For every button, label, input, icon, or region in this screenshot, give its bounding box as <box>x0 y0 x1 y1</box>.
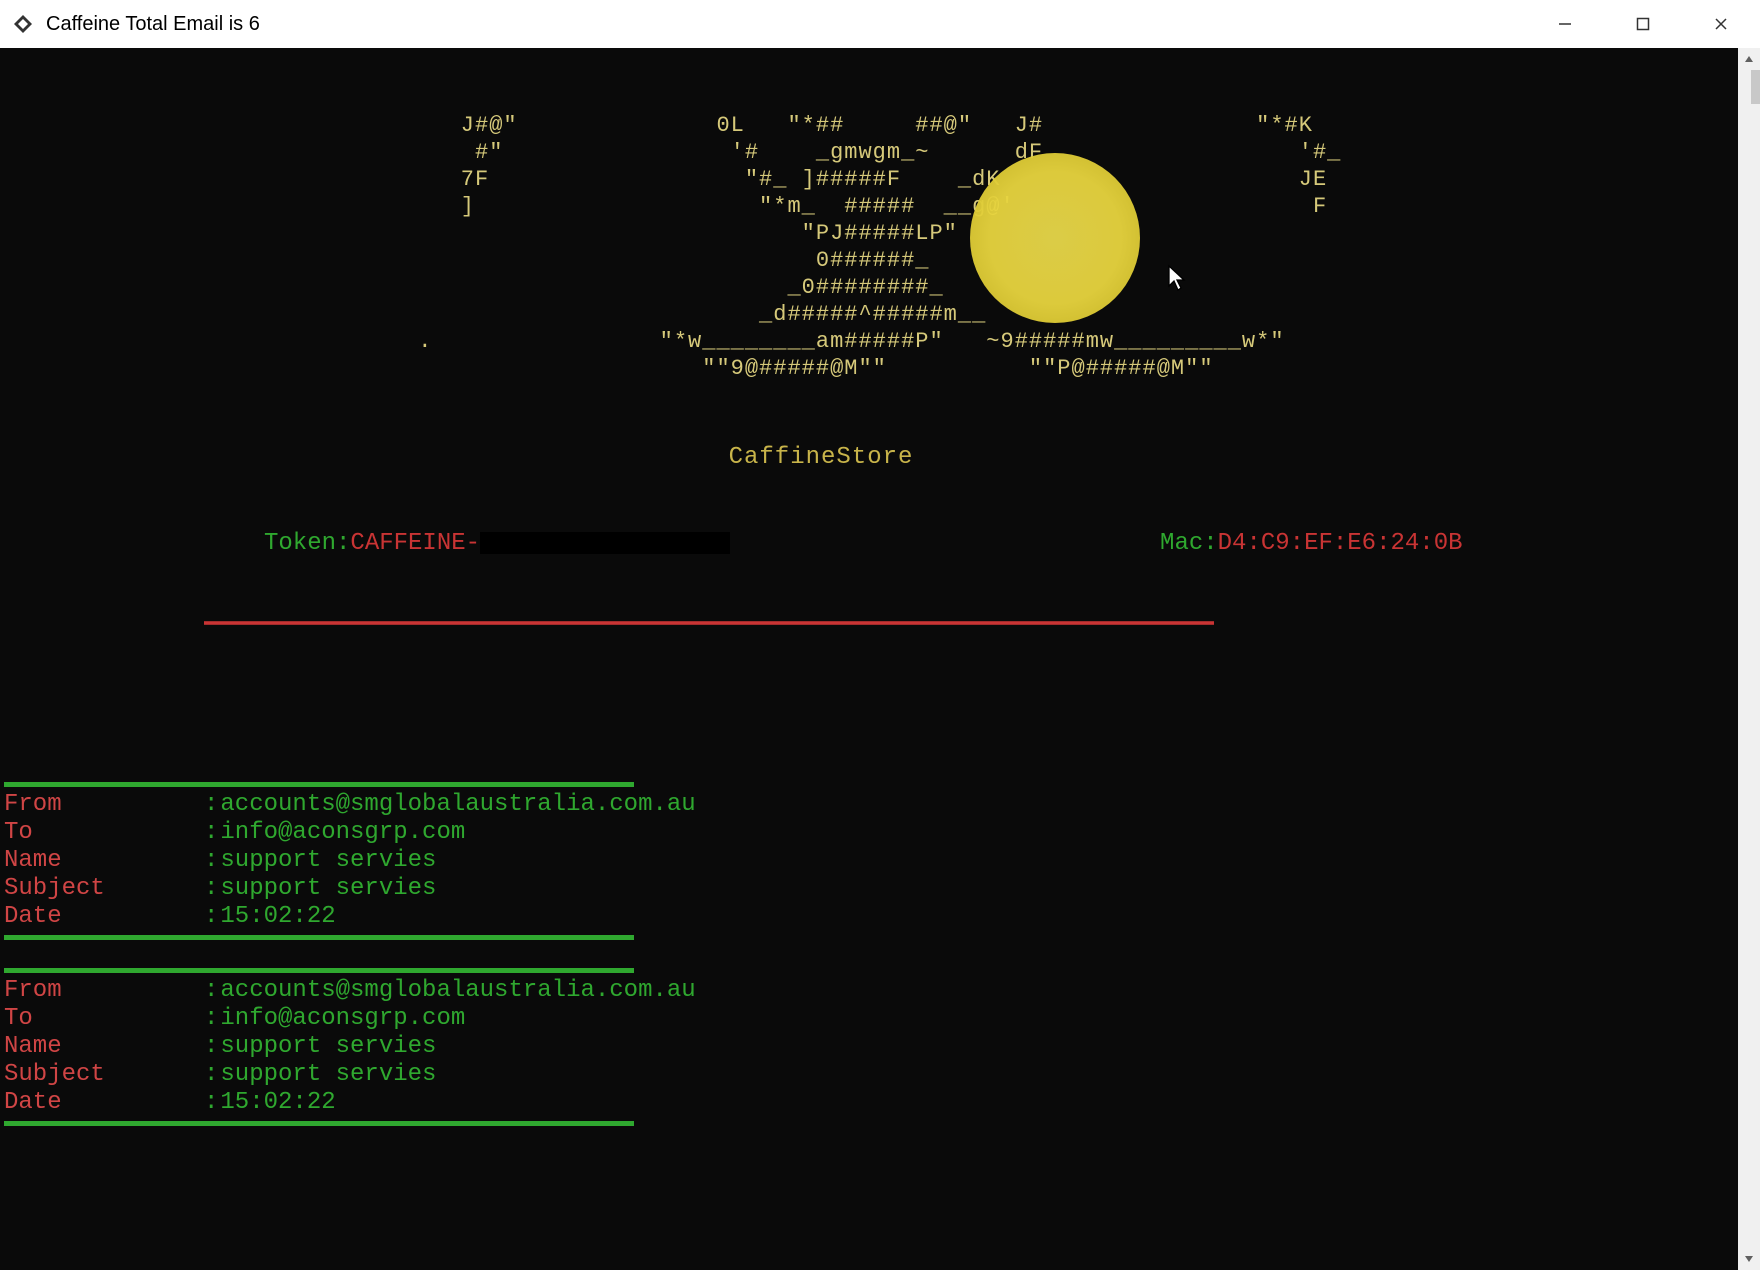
record-divider <box>4 782 634 787</box>
record-val-name: support servies <box>218 847 436 875</box>
record-key-date: Date <box>4 1089 204 1117</box>
record-key-date: Date <box>4 903 204 931</box>
email-record: From:accounts@smglobalaustralia.com.auTo… <box>4 791 1738 931</box>
scrollbar-thumb[interactable] <box>1751 70 1760 104</box>
record-row: From:accounts@smglobalaustralia.com.au <box>4 977 1738 1005</box>
scroll-down-arrow[interactable] <box>1738 1248 1760 1270</box>
token-prefix: CAFFEINE- <box>350 530 480 557</box>
terminal-output: J#@" 0L "*## ##@" J# "*#K #" '# _gmwgm_~… <box>0 48 1738 1270</box>
store-name: CaffineStore <box>0 438 1738 474</box>
record-val-subject: support servies <box>218 875 436 903</box>
record-val-to: info@aconsgrp.com <box>218 819 465 847</box>
close-button[interactable] <box>1682 0 1760 48</box>
token-label: Token: <box>264 530 350 557</box>
record-val-from: accounts@smglobalaustralia.com.au <box>218 791 695 819</box>
record-row: Name:support servies <box>4 1033 1738 1061</box>
token-line: Token:CAFFEINE- Mac:D4:C9:EF:E6:24:0B <box>4 530 1738 558</box>
record-key-subject: Subject <box>4 1061 204 1089</box>
record-val-from: accounts@smglobalaustralia.com.au <box>218 977 695 1005</box>
red-divider <box>204 621 1214 625</box>
record-key-subject: Subject <box>4 875 204 903</box>
scroll-up-arrow[interactable] <box>1738 48 1760 70</box>
app-icon <box>12 13 34 35</box>
mac-value: D4:C9:EF:E6:24:0B <box>1218 530 1463 557</box>
mac-label: Mac: <box>1160 530 1218 557</box>
record-key-to: To <box>4 1005 204 1033</box>
record-divider <box>4 968 634 973</box>
record-key-from: From <box>4 791 204 819</box>
record-key-to: To <box>4 819 204 847</box>
window-title: Caffeine Total Email is 6 <box>46 13 260 36</box>
record-val-date: 15:02:22 <box>218 903 335 931</box>
record-key-name: Name <box>4 1033 204 1061</box>
record-val-name: support servies <box>218 1033 436 1061</box>
record-divider <box>4 935 634 940</box>
vertical-scrollbar[interactable] <box>1738 48 1760 1270</box>
record-row: Date:15:02:22 <box>4 1089 1738 1117</box>
record-val-to: info@aconsgrp.com <box>218 1005 465 1033</box>
email-record: From:accounts@smglobalaustralia.com.auTo… <box>4 977 1738 1117</box>
token-redacted <box>480 532 730 554</box>
record-row: To:info@aconsgrp.com <box>4 819 1738 847</box>
record-row: Subject:support servies <box>4 875 1738 903</box>
record-row: Subject:support servies <box>4 1061 1738 1089</box>
record-key-name: Name <box>4 847 204 875</box>
maximize-button[interactable] <box>1604 0 1682 48</box>
record-row: Date:15:02:22 <box>4 903 1738 931</box>
record-row: From:accounts@smglobalaustralia.com.au <box>4 791 1738 819</box>
app-window: Caffeine Total Email is 6 J#@" 0L "*## #… <box>0 0 1760 912</box>
record-row: To:info@aconsgrp.com <box>4 1005 1738 1033</box>
record-val-date: 15:02:22 <box>218 1089 335 1117</box>
record-key-from: From <box>4 977 204 1005</box>
minimize-button[interactable] <box>1526 0 1604 48</box>
ascii-art-banner: J#@" 0L "*## ##@" J# "*#K #" '# _gmwgm_~… <box>4 112 1738 382</box>
titlebar[interactable]: Caffeine Total Email is 6 <box>0 0 1760 48</box>
record-divider <box>4 1121 634 1126</box>
record-row: Name:support servies <box>4 847 1738 875</box>
record-val-subject: support servies <box>218 1061 436 1089</box>
